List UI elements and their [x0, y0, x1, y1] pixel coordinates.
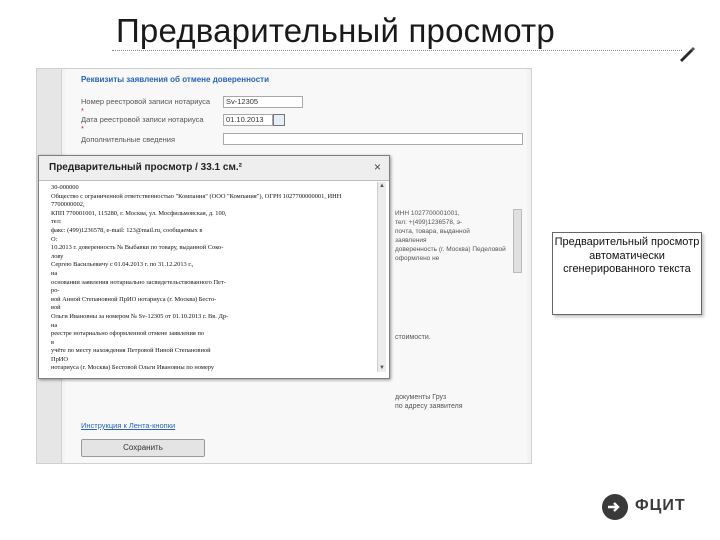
slide-title: Предварительный просмотр: [116, 12, 555, 49]
dialog-scrollbar[interactable]: ▲ ▼: [377, 182, 386, 372]
preview-text-line: реестре нотариально оформленной отмене з…: [51, 330, 205, 338]
preview-text-line: вой Анной Степановной ПрИО нотариуса (г.…: [51, 295, 217, 303]
preview-text-line: ПрИО: [51, 355, 69, 363]
preview-text-line: 7700000002,: [51, 201, 85, 209]
scroll-down-icon[interactable]: ▼: [378, 364, 386, 372]
preview-text-line: вой: [51, 304, 61, 312]
pen-icon: [680, 47, 695, 62]
preview-text-line: лову: [51, 252, 64, 260]
title-divider: [112, 50, 682, 51]
preview-text-line: КПП 770001001, 115280, г. Москва, ул. Мо…: [51, 209, 227, 217]
preview-text-line: нотариуса (г. Москва) Бестовой Ольги Ива…: [51, 364, 215, 372]
save-button[interactable]: Сохранить: [81, 439, 205, 457]
registry-date-input[interactable]: 01.10.2013: [223, 114, 273, 126]
preview-text-line: учёте по месту нахождения Петровой Ниной…: [51, 347, 211, 355]
close-icon[interactable]: ×: [374, 160, 381, 174]
registry-number-label: Номер реестровой записи нотариуса *: [81, 97, 211, 115]
background-text-mid: стоимости.: [395, 334, 431, 341]
preview-text-line: факс: (499)1236578, e-mail: 123@mail.ru,…: [51, 226, 203, 234]
preview-text-line: Сергею Васильевичу с 01.04.2013 г. по 31…: [51, 261, 194, 269]
background-text-block: ИНН 1027700001001, тел: +(499)1236578, э…: [395, 210, 506, 262]
additional-info-input[interactable]: [223, 133, 523, 145]
dialog-title: Предварительный просмотр / 33.1 см.²: [49, 162, 242, 173]
preview-text-line: основании заявления нотариально засвидет…: [51, 278, 226, 286]
preview-text: 30-000000 Общество с ограниченной ответст…: [51, 184, 373, 372]
preview-text-line: О:: [51, 235, 58, 243]
preview-text-line: 10.2013 г. доверенность № Выбавки по тов…: [51, 244, 224, 252]
preview-text-line: ро-: [51, 287, 60, 295]
preview-text-line: Ольги Ивановны за номером № Sv-12305 от …: [51, 312, 229, 320]
fcit-logo-icon: [602, 494, 628, 520]
dialog-header: Предварительный просмотр / 33.1 см.² ×: [39, 156, 389, 181]
preview-text-line: на: [51, 321, 58, 329]
background-scrollbar[interactable]: [513, 209, 522, 273]
preview-text-line: Общество с ограниченной ответственностью…: [51, 192, 342, 200]
preview-text-line: тел:: [51, 218, 62, 226]
preview-dialog: Предварительный просмотр / 33.1 см.² × 3…: [38, 155, 390, 379]
callout-box: Предварительный просмотр автоматически с…: [552, 232, 702, 315]
preview-text-line: в: [51, 338, 55, 346]
additional-info-label: Дополнительные сведения: [81, 135, 176, 144]
calendar-icon[interactable]: [273, 114, 285, 126]
registry-date-label: Дата реестровой записи нотариуса *: [81, 115, 204, 133]
background-text-low: документы Груз по адресу заявителя: [395, 394, 463, 410]
registry-number-input[interactable]: Sv-12305: [223, 96, 303, 108]
preview-text-line: на: [51, 269, 58, 277]
section-title: Реквизиты заявления об отмене довереннос…: [81, 75, 269, 84]
preview-text-line: 30-000000: [51, 184, 79, 191]
scroll-up-icon[interactable]: ▲: [378, 182, 386, 190]
logo-text: ФЦИТ: [635, 497, 686, 514]
guide-link[interactable]: Инструкция к Лента-кнопки: [81, 421, 175, 430]
